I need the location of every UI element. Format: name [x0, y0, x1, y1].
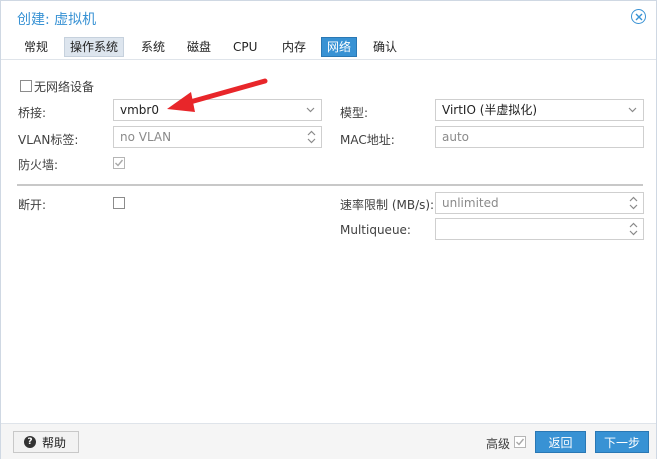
close-icon [635, 13, 642, 20]
back-button[interactable]: 返回 [535, 431, 586, 453]
bridge-label: 桥接: [18, 106, 47, 120]
vlan-label: VLAN标签: [18, 133, 79, 147]
mac-value: auto [442, 130, 470, 144]
tab-general[interactable]: 常规 [18, 37, 54, 57]
tab-disk[interactable]: 磁盘 [181, 37, 217, 57]
close-button[interactable] [631, 9, 646, 24]
vlan-input[interactable]: no VLAN [113, 126, 322, 148]
disconnect-label: 断开: [18, 198, 47, 212]
mac-input[interactable]: auto [435, 126, 644, 148]
network-form: 无网络设备 桥接: vmbr0 模型: VirtIO (半虚拟化) VLAN标签… [1, 61, 656, 423]
help-icon: ? [24, 436, 36, 448]
create-vm-dialog: 创建: 虚拟机 常规 操作系统 系统 磁盘 CPU 内存 网络 确认 无网络设备… [0, 0, 657, 459]
bridge-value: vmbr0 [120, 103, 159, 117]
help-button[interactable]: ? 帮助 [13, 431, 79, 453]
dialog-title: 创建: 虚拟机 [17, 12, 97, 28]
firewall-label: 防火墙: [18, 158, 59, 172]
tab-cpu[interactable]: CPU [227, 37, 263, 57]
dialog-title-bar: 创建: 虚拟机 [1, 1, 656, 33]
no-network-checkbox[interactable] [20, 80, 32, 92]
mac-label: MAC地址: [340, 133, 395, 147]
advanced-checkbox[interactable] [514, 436, 526, 448]
no-network-label: 无网络设备 [34, 80, 95, 94]
model-select[interactable]: VirtIO (半虚拟化) [435, 99, 644, 121]
tab-system[interactable]: 系统 [135, 37, 171, 57]
next-button[interactable]: 下一步 [595, 431, 649, 453]
model-label: 模型: [340, 106, 369, 120]
spinner-icon[interactable] [307, 129, 316, 145]
multiqueue-input[interactable] [435, 218, 644, 240]
checkmark-icon [115, 159, 124, 167]
tab-network[interactable]: 网络 [321, 37, 358, 57]
multiqueue-label: Multiqueue: [340, 223, 411, 237]
rate-limit-placeholder: unlimited [442, 196, 499, 210]
firewall-checkbox[interactable] [113, 157, 125, 169]
section-separator [17, 184, 643, 186]
bridge-select[interactable]: vmbr0 [113, 99, 322, 121]
dialog-footer: ? 帮助 高级 返回 下一步 [1, 423, 656, 459]
chevron-down-icon [306, 107, 315, 113]
help-label: 帮助 [42, 435, 67, 450]
rate-limit-label: 速率限制 (MB/s): [340, 198, 435, 212]
vlan-placeholder: no VLAN [120, 130, 172, 144]
model-value: VirtIO (半虚拟化) [442, 103, 538, 117]
chevron-down-icon [628, 107, 637, 113]
tab-confirm[interactable]: 确认 [367, 37, 403, 57]
advanced-label: 高级 [486, 437, 511, 451]
wizard-tabs: 常规 操作系统 系统 磁盘 CPU 内存 网络 确认 [1, 34, 656, 60]
tab-memory[interactable]: 内存 [276, 37, 312, 57]
disconnect-checkbox[interactable] [113, 197, 125, 209]
tab-os[interactable]: 操作系统 [64, 37, 125, 57]
spinner-icon[interactable] [629, 195, 638, 211]
checkmark-icon [516, 438, 525, 446]
rate-limit-input[interactable]: unlimited [435, 192, 644, 214]
spinner-icon[interactable] [629, 221, 638, 237]
